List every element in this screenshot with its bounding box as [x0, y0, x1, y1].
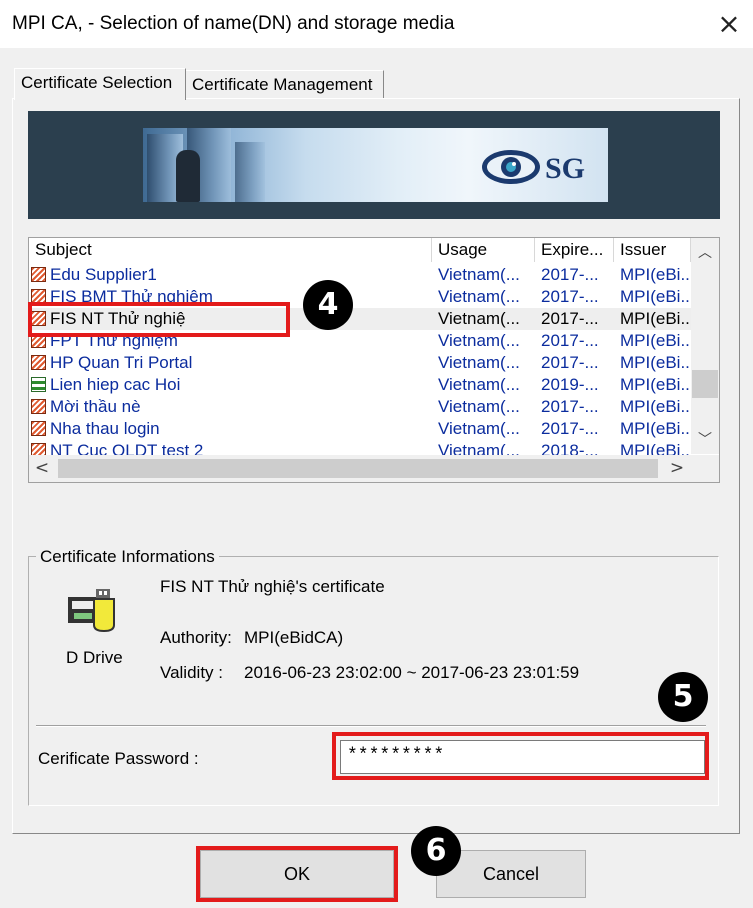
sg-eye-logo-icon — [482, 150, 540, 184]
certificate-info-legend: Certificate Informations — [36, 547, 219, 567]
table-row[interactable]: Mời thầu nè Vietnam(... 2017-... MPI(eBi.. — [29, 396, 691, 418]
vertical-scrollbar[interactable] — [691, 238, 719, 454]
highlight-selected-row — [28, 302, 290, 337]
cell-expire: 2017-... — [541, 309, 599, 328]
cell-usage: Vietnam(... — [438, 287, 520, 306]
cell-issuer: MPI(eBi.. — [620, 331, 690, 350]
cell-expire: 2017-... — [541, 397, 599, 416]
cell-subject: Edu Supplier1 — [50, 265, 157, 284]
cell-issuer: MPI(eBi.. — [620, 375, 690, 394]
cell-issuer: MPI(eBi.. — [620, 287, 690, 306]
cell-usage: Vietnam(... — [438, 419, 520, 438]
building-graphic — [235, 142, 265, 202]
certificate-icon — [31, 421, 46, 436]
cell-issuer: MPI(eBi.. — [620, 353, 690, 372]
storage-label: D Drive — [66, 648, 123, 667]
scroll-left-icon[interactable]: < — [29, 458, 55, 478]
password-label: Cerificate Password : — [38, 749, 199, 768]
cell-issuer: MPI(eBi.. — [620, 397, 690, 416]
cell-issuer: MPI(eBi.. — [620, 265, 690, 284]
cell-subject: Nha thau login — [50, 419, 160, 438]
highlight-password-field — [332, 732, 709, 780]
cell-expire: 2019-... — [541, 375, 599, 394]
cell-issuer: MPI(eBi.. — [620, 419, 690, 438]
cell-expire: 2017-... — [541, 353, 599, 372]
cell-usage: Vietnam(... — [438, 265, 520, 284]
close-icon[interactable]: × — [712, 8, 746, 40]
authority-value: MPI(eBidCA) — [244, 628, 344, 647]
window-title: MPI CA, - Selection of name(DN) and stor… — [12, 13, 455, 34]
table-row[interactable]: Nha thau login Vietnam(... 2017-... MPI(eBi… — [29, 418, 691, 440]
cell-usage: Vietnam(... — [438, 309, 520, 328]
cell-usage: Vietnam(... — [438, 375, 520, 394]
cell-expire: 2017-... — [541, 287, 599, 306]
tab-certificate-management[interactable]: Certificate Management — [186, 70, 384, 98]
table-row[interactable]: Lien hiep cac Hoi Vietnam(... 2019-... MPI(… — [29, 374, 691, 396]
cell-expire: 2017-... — [541, 331, 599, 350]
scroll-up-icon[interactable]: ︿ — [692, 243, 718, 263]
authority-label: Authority: — [160, 628, 232, 647]
separator-line — [36, 725, 706, 727]
vertical-scroll-thumb[interactable] — [692, 370, 718, 398]
highlight-ok-button — [196, 846, 398, 902]
cell-usage: Vietnam(... — [438, 397, 520, 416]
cell-issuer: MPI(eBi.. — [620, 309, 690, 328]
table-row[interactable]: HP Quan Tri Portal Vietnam(... 2017-... MPI… — [29, 352, 691, 374]
cell-usage: Vietnam(... — [438, 331, 520, 350]
scroll-down-icon[interactable]: ﹀ — [692, 430, 718, 450]
tab-certificate-selection[interactable]: Certificate Selection — [14, 68, 186, 100]
cert-name: FIS NT Thử nghiệ's certificate — [160, 577, 385, 596]
column-header-usage[interactable]: Usage — [432, 238, 535, 262]
column-header-issuer[interactable]: Issuer — [614, 238, 691, 262]
cell-usage: Vietnam(... — [438, 353, 520, 372]
usb-drive-icon — [68, 589, 115, 633]
step-5-badge: 5 — [658, 672, 708, 722]
cell-expire: 2017-... — [541, 265, 599, 284]
cell-expire: 2017-... — [541, 419, 599, 438]
column-header-expire[interactable]: Expire... — [535, 238, 614, 262]
table-row[interactable]: Edu Supplier1 Vietnam(... 2017-... MPI(eBi.… — [29, 264, 691, 286]
certificate-icon — [31, 355, 46, 370]
scroll-right-icon[interactable]: > — [664, 458, 690, 478]
step-4-badge: 4 — [303, 280, 353, 330]
column-header-subject[interactable]: Subject — [29, 238, 432, 262]
step-6-badge: 6 — [411, 826, 461, 876]
horizontal-scroll-thumb[interactable] — [58, 459, 658, 478]
cell-subject: Lien hiep cac Hoi — [50, 375, 181, 394]
certificate-icon — [31, 267, 46, 282]
cell-subject: Mời thầu nè — [50, 397, 141, 416]
sg-brand-text: SG — [545, 152, 586, 185]
validity-label: Validity : — [160, 663, 223, 682]
businessman-graphic — [176, 150, 200, 202]
cell-subject: HP Quan Tri Portal — [50, 353, 193, 372]
certificate-icon — [31, 399, 46, 414]
validity-value: 2016-06-23 23:02:00 ~ 2017-06-23 23:01:5… — [244, 663, 580, 682]
certificate-green-icon — [31, 377, 46, 392]
